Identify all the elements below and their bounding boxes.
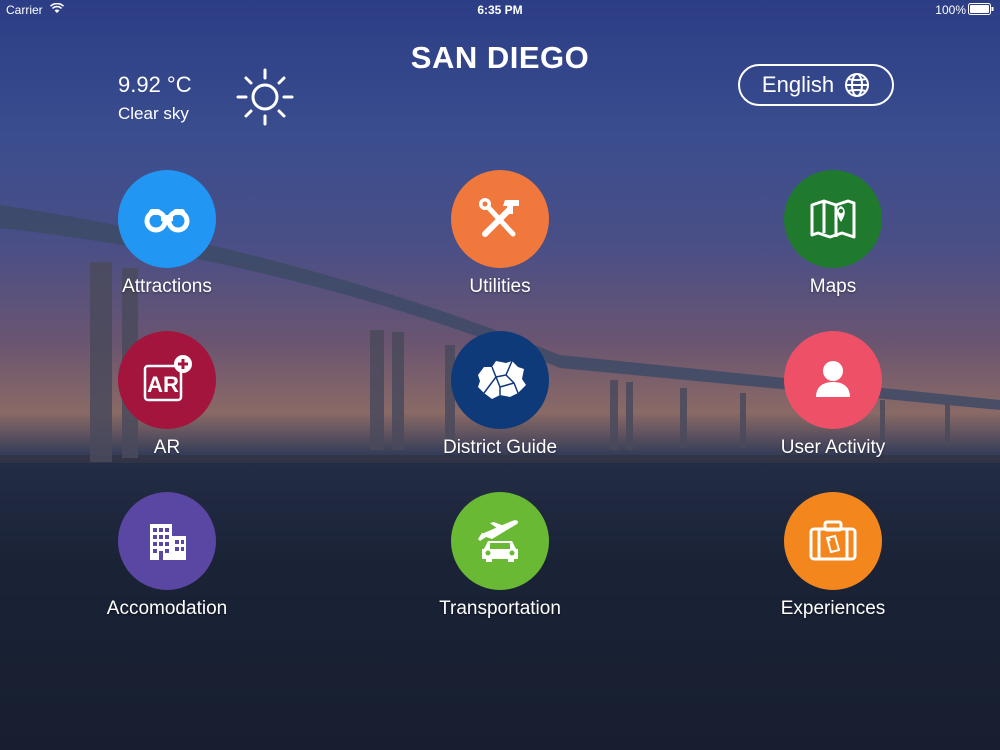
weather-condition: Clear sky — [118, 104, 189, 123]
district-map-icon — [478, 360, 526, 399]
plane-car-icon — [478, 520, 519, 562]
tile-district-guide[interactable]: District Guide — [400, 331, 600, 481]
district-guide-label: District Guide — [442, 437, 558, 458]
home-screen: Carrier 6:35 PM 100% SAN DIEGO 9.92 °C C… — [0, 0, 1000, 750]
experiences-circle — [784, 492, 882, 590]
tile-attractions[interactable]: Attractions — [67, 170, 267, 320]
suitcase-icon — [809, 520, 857, 561]
tile-user-activity[interactable]: User Activity — [733, 331, 933, 481]
transportation-label: Transportation — [439, 598, 561, 619]
status-time: 6:35 PM — [477, 3, 523, 17]
maps-label: Maps — [809, 276, 857, 297]
tile-ar[interactable]: AR AR — [67, 331, 267, 481]
accomodation-circle — [118, 492, 216, 590]
ar-circle: AR — [118, 331, 216, 429]
sun-icon — [236, 68, 294, 126]
transportation-circle — [451, 492, 549, 590]
maps-circle — [784, 170, 882, 268]
tile-accomodation[interactable]: Accomodation — [67, 492, 267, 642]
svg-text:AR: AR — [147, 372, 179, 397]
user-icon — [816, 361, 850, 397]
ar-plus-icon: AR — [143, 355, 192, 402]
temperature-value: 9.92 °C — [118, 72, 192, 97]
attractions-label: Attractions — [122, 276, 212, 297]
battery-icon — [968, 3, 994, 15]
language-button[interactable]: English — [738, 64, 894, 106]
globe-icon — [845, 73, 870, 97]
user-activity-label: User Activity — [780, 437, 886, 458]
map-icon — [810, 199, 856, 239]
district-guide-circle — [451, 331, 549, 429]
tile-transportation[interactable]: Transportation — [400, 492, 600, 642]
building-icon — [150, 524, 186, 560]
utilities-circle — [451, 170, 549, 268]
language-label: English — [761, 72, 835, 97]
tools-icon — [479, 198, 519, 237]
attractions-circle — [118, 170, 216, 268]
experiences-label: Experiences — [780, 598, 886, 619]
tile-maps[interactable]: Maps — [733, 170, 933, 320]
utilities-label: Utilities — [469, 276, 531, 297]
user-activity-circle — [784, 331, 882, 429]
battery-percentage: 100% — [935, 3, 966, 17]
ar-label: AR — [153, 437, 181, 458]
binoculars-icon — [144, 209, 190, 233]
tile-experiences[interactable]: Experiences — [733, 492, 933, 642]
tile-utilities[interactable]: Utilities — [400, 170, 600, 320]
accomodation-label: Accomodation — [106, 598, 228, 619]
